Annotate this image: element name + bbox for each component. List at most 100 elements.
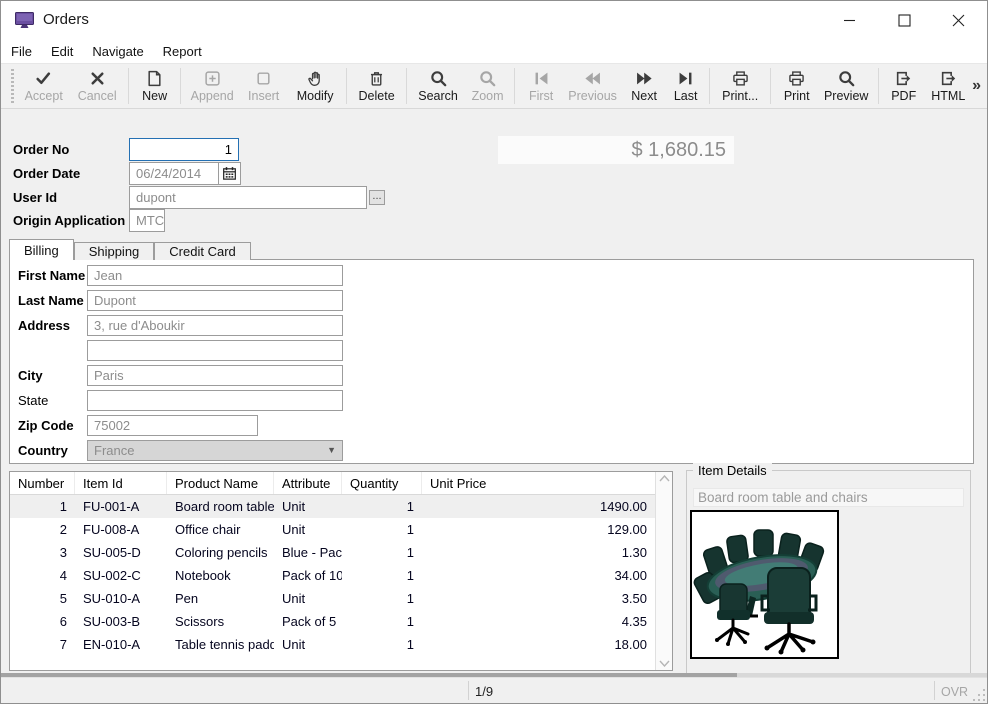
address-field[interactable]: 3, rue d'Aboukir (87, 315, 343, 336)
tab-shipping[interactable]: Shipping (74, 242, 155, 260)
cell-product-name: Board room table an... (167, 499, 274, 514)
col-item-id[interactable]: Item Id (75, 472, 167, 494)
magnifier-icon (479, 69, 496, 87)
tab-credit-card[interactable]: Credit Card (154, 242, 250, 260)
previous-button[interactable]: Previous (563, 64, 622, 108)
cell-quantity: 1 (342, 522, 422, 537)
orders-window: Orders File Edit Navigate Report Accept (0, 0, 988, 704)
cell-product-name: Table tennis paddles... (167, 637, 274, 652)
table-row[interactable]: 3 SU-005-D Coloring pencils Blue - Pack.… (10, 541, 655, 564)
col-quantity[interactable]: Quantity (342, 472, 422, 494)
search-button[interactable]: Search (411, 64, 464, 108)
first-name-label: First Name (18, 268, 85, 283)
close-icon (952, 14, 965, 27)
col-number[interactable]: Number (10, 472, 75, 494)
state-field[interactable] (87, 390, 343, 411)
cell-attribute: Unit (274, 637, 342, 652)
order-no-field[interactable]: 1 (129, 138, 239, 161)
order-items-table: Number Item Id Product Name Attribute Qu… (9, 471, 673, 671)
table-row[interactable]: 6 SU-003-B Scissors Pack of 5 1 4.35 (10, 610, 655, 633)
print-button[interactable]: Print (775, 64, 819, 108)
city-field[interactable]: Paris (87, 365, 343, 386)
cell-number: 1 (10, 499, 75, 514)
accept-button[interactable]: Accept (17, 64, 70, 108)
square-icon (255, 69, 272, 87)
col-attribute[interactable]: Attribute (274, 472, 342, 494)
first-button[interactable]: First (519, 64, 563, 108)
cell-attribute: Pack of 5 (274, 614, 342, 629)
country-dropdown[interactable]: France ▼ (87, 440, 343, 461)
table-row[interactable]: 2 FU-008-A Office chair Unit 1 129.00 (10, 518, 655, 541)
insert-button[interactable]: Insert (239, 64, 289, 108)
maximize-button[interactable] (877, 1, 931, 39)
order-no-label: Order No (13, 142, 69, 157)
first-name-field[interactable]: Jean (87, 265, 343, 286)
resize-grip[interactable] (973, 689, 985, 701)
hand-icon (307, 69, 324, 87)
cell-attribute: Unit (274, 591, 342, 606)
cell-quantity: 1 (342, 637, 422, 652)
cell-item-id: SU-002-C (75, 568, 167, 583)
table-vertical-scrollbar[interactable] (655, 472, 672, 670)
cell-unit-price: 3.50 (422, 591, 655, 606)
magnifier-icon (838, 69, 855, 87)
cell-quantity: 1 (342, 568, 422, 583)
toolbar-separator (770, 68, 771, 104)
tab-billing[interactable]: Billing (9, 239, 74, 260)
country-label: Country (18, 443, 68, 458)
status-separator (934, 681, 935, 700)
next-button[interactable]: Next (622, 64, 666, 108)
delete-button[interactable]: Delete (351, 64, 402, 108)
menu-navigate[interactable]: Navigate (92, 44, 143, 59)
city-label: City (18, 368, 43, 383)
toolbar-separator (180, 68, 181, 104)
modify-button[interactable]: Modify (288, 64, 341, 108)
table-row[interactable]: 7 EN-010-A Table tennis paddles... Unit … (10, 633, 655, 656)
minimize-button[interactable] (823, 1, 877, 39)
toolbar-overflow-chevron[interactable]: » (972, 77, 981, 95)
table-row[interactable]: 5 SU-010-A Pen Unit 1 3.50 (10, 587, 655, 610)
zip-code-field[interactable]: 75002 (87, 415, 258, 436)
last-button[interactable]: Last (666, 64, 706, 108)
status-separator (468, 681, 469, 700)
pdf-export-button[interactable]: PDF (883, 64, 925, 108)
scroll-up-icon[interactable] (659, 475, 670, 482)
col-unit-price[interactable]: Unit Price (422, 472, 655, 494)
close-button[interactable] (931, 1, 985, 39)
menu-report[interactable]: Report (163, 44, 202, 59)
cell-item-id: FU-008-A (75, 522, 167, 537)
toolbar-separator (709, 68, 710, 104)
order-date-field[interactable]: 06/24/2014 (129, 162, 241, 185)
cell-product-name: Scissors (167, 614, 274, 629)
menu-edit[interactable]: Edit (51, 44, 73, 59)
print-dialog-button[interactable]: Print... (714, 64, 765, 108)
cell-attribute: Unit (274, 499, 342, 514)
origin-application-field[interactable]: MTC (129, 209, 165, 232)
scroll-down-icon[interactable] (659, 660, 670, 667)
table-row[interactable]: 1 FU-001-A Board room table an... Unit 1… (10, 495, 655, 518)
cell-item-id: SU-010-A (75, 591, 167, 606)
preview-button[interactable]: Preview (818, 64, 873, 108)
new-page-icon (146, 69, 163, 87)
cell-attribute: Pack of 10 (274, 568, 342, 583)
zoom-button[interactable]: Zoom (465, 64, 511, 108)
cell-product-name: Office chair (167, 522, 274, 537)
calendar-picker-button[interactable] (218, 163, 240, 184)
window-title: Orders (43, 11, 89, 28)
cancel-button[interactable]: Cancel (70, 64, 123, 108)
overwrite-mode-indicator: OVR (941, 685, 968, 699)
toolbar-gripper[interactable] (11, 69, 14, 103)
address-line2-field[interactable] (87, 340, 343, 361)
append-button[interactable]: Append (185, 64, 238, 108)
user-id-field[interactable]: dupont (129, 186, 367, 209)
col-product-name[interactable]: Product Name (167, 472, 274, 494)
cell-unit-price: 1.30 (422, 545, 655, 560)
html-export-button[interactable]: HTML (925, 64, 973, 108)
user-id-browse-button[interactable]: ... (369, 190, 385, 205)
new-button[interactable]: New (133, 64, 177, 108)
cell-number: 5 (10, 591, 75, 606)
toolbar: Accept Cancel New Append Insert Modify D… (1, 63, 987, 109)
menu-file[interactable]: File (11, 44, 32, 59)
last-name-field[interactable]: Dupont (87, 290, 343, 311)
table-row[interactable]: 4 SU-002-C Notebook Pack of 10 1 34.00 (10, 564, 655, 587)
